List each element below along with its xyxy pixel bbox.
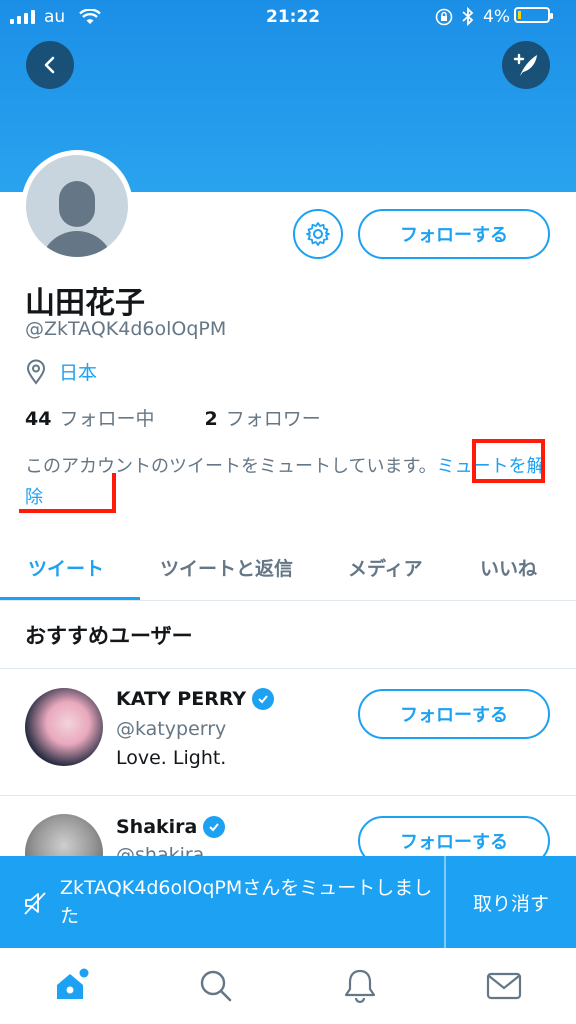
annotation-highlight-bottom bbox=[19, 473, 116, 513]
undo-button[interactable]: 取り消す bbox=[446, 856, 576, 948]
tab-likes[interactable]: いいね bbox=[480, 554, 537, 581]
profile-name: 山田花子 bbox=[25, 286, 145, 321]
location-pin-icon bbox=[26, 359, 46, 385]
user-name-row: Shakira bbox=[116, 816, 226, 838]
mute-icon bbox=[24, 892, 46, 915]
following-count: 44 bbox=[25, 408, 52, 430]
active-tab-indicator bbox=[0, 597, 140, 600]
following-stat[interactable]: 44 フォロー中 bbox=[25, 404, 154, 431]
chevron-left-icon bbox=[44, 56, 55, 74]
follow-stats: 44 フォロー中 2 フォロワー bbox=[25, 404, 321, 431]
recommended-users-title: おすすめユーザー bbox=[25, 624, 193, 648]
annotation-highlight-top-lower bbox=[472, 439, 545, 483]
carrier-label: au bbox=[44, 7, 66, 27]
followers-stat[interactable]: 2 フォロワー bbox=[204, 404, 320, 431]
follow-user-button[interactable]: フォローする bbox=[358, 816, 550, 856]
user-handle: @katyperry bbox=[116, 718, 227, 740]
search-icon[interactable] bbox=[196, 966, 236, 1006]
following-label: フォロー中 bbox=[59, 408, 155, 430]
wifi-icon bbox=[79, 9, 101, 24]
default-avatar-icon bbox=[26, 155, 128, 257]
compose-tweet-button[interactable] bbox=[502, 41, 550, 89]
followers-label: フォロワー bbox=[225, 408, 321, 430]
user-name-row: KATY PERRY bbox=[116, 688, 275, 710]
gear-icon bbox=[306, 222, 330, 246]
clock: 21:22 bbox=[266, 7, 321, 27]
status-bar: au 21:22 4% bbox=[0, 0, 576, 34]
mute-toast: ZkTAQK4d6olOqPMさんをミュートしました 取り消す bbox=[0, 856, 576, 948]
tab-tweets-and-replies[interactable]: ツイートと返信 bbox=[160, 554, 293, 581]
tab-media[interactable]: メディア bbox=[348, 554, 423, 581]
user-avatar[interactable] bbox=[25, 814, 103, 856]
profile-location: 日本 bbox=[25, 358, 97, 385]
verified-badge-icon bbox=[203, 816, 226, 838]
back-button[interactable] bbox=[26, 41, 74, 89]
verified-badge-icon bbox=[252, 688, 275, 710]
recommended-user-row[interactable]: Shakira @shakira フォローする bbox=[0, 796, 576, 856]
profile-handle: @ZkTAQK4d6olOqPM bbox=[25, 318, 227, 340]
notifications-icon[interactable] bbox=[340, 966, 380, 1006]
follow-user-button[interactable]: フォローする bbox=[358, 689, 550, 739]
recommended-user-row[interactable]: KATY PERRY @katyperry Love. Light. フォローす… bbox=[0, 669, 576, 795]
follow-button[interactable]: フォローする bbox=[358, 209, 550, 259]
user-handle: @shakira bbox=[116, 844, 205, 856]
user-bio: Love. Light. bbox=[116, 747, 227, 769]
user-name: Shakira bbox=[116, 816, 198, 838]
location-text[interactable]: 日本 bbox=[59, 358, 97, 385]
orientation-lock-icon bbox=[435, 8, 453, 26]
profile-avatar[interactable] bbox=[21, 150, 133, 262]
signal-icon bbox=[10, 10, 35, 24]
home-icon[interactable] bbox=[52, 966, 92, 1006]
followers-count: 2 bbox=[204, 408, 218, 430]
toast-message: ZkTAQK4d6olOqPMさんをミュートしました bbox=[60, 877, 433, 927]
messages-icon[interactable] bbox=[484, 966, 524, 1006]
compose-feather-icon bbox=[513, 53, 537, 76]
tab-tweets[interactable]: ツイート bbox=[28, 554, 104, 581]
settings-button[interactable] bbox=[293, 209, 343, 259]
bluetooth-icon bbox=[462, 7, 474, 26]
user-avatar[interactable] bbox=[25, 688, 103, 766]
profile-tabs: ツイート ツイートと返信 メディア いいね bbox=[0, 540, 576, 601]
battery-icon bbox=[514, 7, 553, 23]
battery-percent: 4% bbox=[483, 7, 510, 27]
user-name: KATY PERRY bbox=[116, 688, 247, 710]
bottom-nav bbox=[0, 948, 576, 1024]
